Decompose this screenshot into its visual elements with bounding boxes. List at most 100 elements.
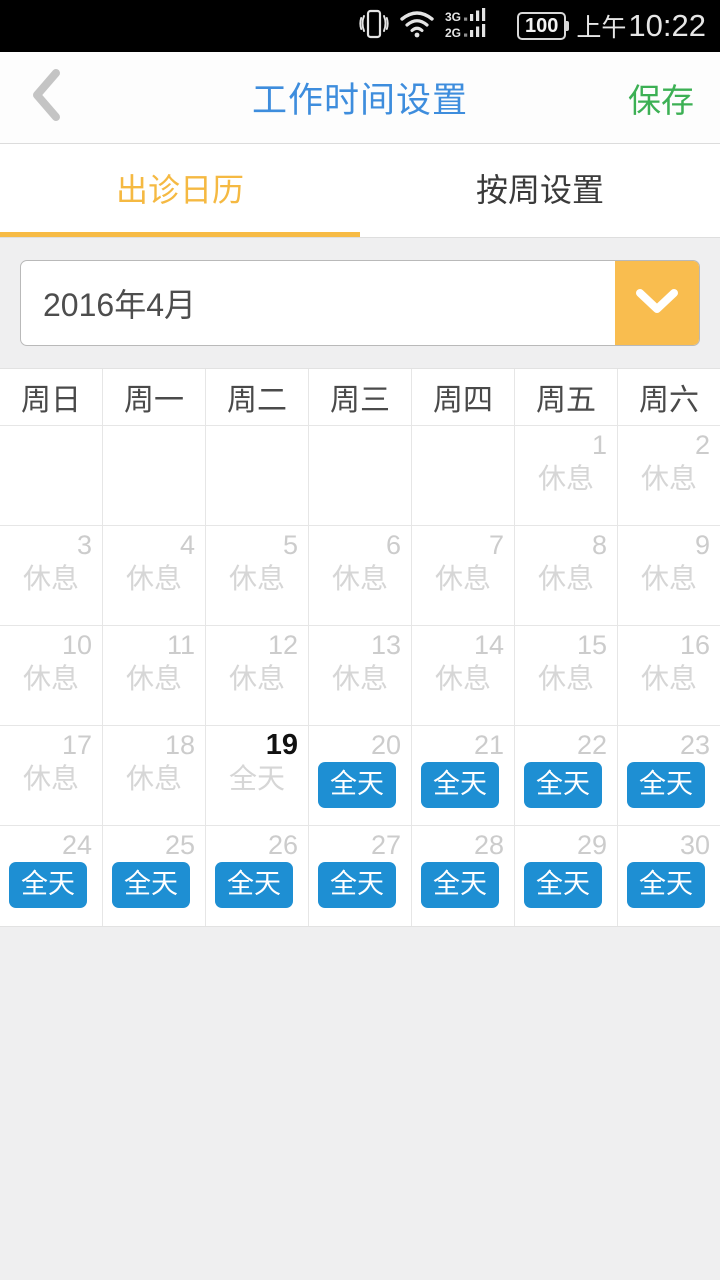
rest-label: 休息 [640, 663, 697, 694]
day-content: 全天 [618, 860, 720, 926]
rest-label: 休息 [434, 663, 491, 694]
allday-badge[interactable]: 全天 [215, 862, 293, 908]
calendar-day-cell[interactable]: 4 休息 [103, 526, 206, 626]
calendar-day-cell[interactable]: 21 全天 [412, 726, 515, 826]
calendar-day-cell[interactable]: 3 休息 [0, 526, 103, 626]
day-content: 全天 [618, 760, 720, 825]
chevron-down-icon [634, 286, 680, 321]
allday-badge[interactable]: 全天 [524, 862, 602, 908]
rest-label: 休息 [22, 563, 79, 594]
day-number: 4 [179, 530, 195, 560]
allday-label-muted: 全天 [228, 763, 285, 794]
calendar-cell-empty [0, 426, 103, 526]
calendar-day-cell[interactable]: 10 休息 [0, 626, 103, 726]
allday-badge[interactable]: 全天 [524, 762, 602, 808]
calendar-day-cell[interactable]: 29 全天 [515, 826, 618, 926]
day-content: 全天 [412, 760, 514, 825]
allday-badge[interactable]: 全天 [421, 862, 499, 908]
calendar-day-cell[interactable]: 1 休息 [515, 426, 618, 526]
allday-badge[interactable]: 全天 [112, 862, 190, 908]
calendar-day-cell[interactable]: 5 休息 [206, 526, 309, 626]
calendar-day-cell[interactable]: 7 休息 [412, 526, 515, 626]
day-number: 8 [591, 530, 607, 560]
allday-badge[interactable]: 全天 [318, 862, 396, 908]
dual-sim-signal-icon: 3G 2G [445, 7, 507, 45]
day-content: 休息 [206, 560, 308, 625]
calendar-day-cell[interactable]: 27 全天 [309, 826, 412, 926]
allday-badge[interactable]: 全天 [627, 762, 705, 808]
status-bar: 3G 2G 100 上午 10:22 [0, 0, 720, 52]
day-number: 11 [166, 630, 195, 660]
day-number: 2 [694, 430, 710, 460]
calendar-day-cell[interactable]: 26 全天 [206, 826, 309, 926]
day-number: 16 [679, 630, 710, 660]
day-number: 27 [370, 830, 401, 860]
calendar-day-cell[interactable]: 25 全天 [103, 826, 206, 926]
calendar-day-cell[interactable]: 9 休息 [618, 526, 720, 626]
calendar-weekday-header: 周日 周一 周二 周三 周四 周五 周六 [0, 369, 720, 426]
calendar-day-cell[interactable]: 16 休息 [618, 626, 720, 726]
back-button[interactable] [0, 52, 96, 144]
calendar-day-cell[interactable]: 19 全天 [206, 726, 309, 826]
month-dropdown-button[interactable] [615, 261, 699, 345]
calendar-day-cell[interactable]: 11 休息 [103, 626, 206, 726]
day-content: 全天 [103, 860, 205, 926]
day-number: 14 [473, 630, 504, 660]
allday-badge[interactable]: 全天 [421, 762, 499, 808]
weekday-mon: 周一 [103, 369, 206, 426]
allday-badge[interactable]: 全天 [318, 762, 396, 808]
svg-text:3G: 3G [445, 10, 461, 24]
day-number: 29 [576, 830, 607, 860]
day-content: 休息 [309, 660, 411, 725]
day-number: 18 [164, 730, 195, 760]
rest-label: 休息 [537, 663, 594, 694]
calendar-cell-empty [206, 426, 309, 526]
day-number: 24 [61, 830, 92, 860]
day-content: 全天 [206, 760, 308, 825]
status-bar-clock: 上午 10:22 [576, 8, 706, 44]
day-number: 23 [679, 730, 710, 760]
rest-label: 休息 [22, 663, 79, 694]
day-content: 全天 [206, 860, 308, 926]
rest-label: 休息 [125, 763, 182, 794]
wifi-icon [400, 10, 434, 43]
day-number: 22 [576, 730, 607, 760]
allday-badge[interactable]: 全天 [627, 862, 705, 908]
calendar-day-cell[interactable]: 8 休息 [515, 526, 618, 626]
month-selector[interactable]: 2016年4月 [20, 260, 700, 346]
day-content: 休息 [515, 560, 617, 625]
day-content: 全天 [515, 760, 617, 825]
calendar-day-cell[interactable]: 22 全天 [515, 726, 618, 826]
calendar-day-cell[interactable]: 20 全天 [309, 726, 412, 826]
day-number: 20 [370, 730, 401, 760]
calendar-day-cell[interactable]: 6 休息 [309, 526, 412, 626]
calendar-day-cell[interactable]: 30 全天 [618, 826, 720, 926]
clock-time: 10:22 [628, 8, 706, 43]
calendar-week-row: 1 休息 2 休息 [0, 426, 720, 526]
allday-badge[interactable]: 全天 [9, 862, 87, 908]
day-number: 9 [694, 530, 710, 560]
calendar-day-cell[interactable]: 18 休息 [103, 726, 206, 826]
save-button[interactable]: 保存 [628, 74, 694, 122]
calendar-day-cell[interactable]: 17 休息 [0, 726, 103, 826]
rest-label: 休息 [434, 563, 491, 594]
calendar-day-cell[interactable]: 14 休息 [412, 626, 515, 726]
rest-label: 休息 [22, 763, 79, 794]
calendar-day-cell[interactable]: 12 休息 [206, 626, 309, 726]
day-content: 全天 [515, 860, 617, 926]
calendar-cell-empty [103, 426, 206, 526]
calendar-week-row: 3 休息 4 休息 5 休息 6 休息 7 休息 8 休息 9 休息 [0, 526, 720, 626]
tab-weekly-settings[interactable]: 按周设置 [360, 144, 720, 237]
calendar-day-cell[interactable]: 13 休息 [309, 626, 412, 726]
calendar-day-cell[interactable]: 24 全天 [0, 826, 103, 926]
rest-label: 休息 [228, 563, 285, 594]
calendar-week-row: 17 休息 18 休息 19 全天 20 全天 21 全天 22 全天 23 全天 [0, 726, 720, 826]
calendar-day-cell[interactable]: 15 休息 [515, 626, 618, 726]
calendar-day-cell[interactable]: 28 全天 [412, 826, 515, 926]
day-number: 21 [473, 730, 504, 760]
day-content: 全天 [0, 860, 102, 926]
calendar-day-cell[interactable]: 2 休息 [618, 426, 720, 526]
tab-calendar[interactable]: 出诊日历 [0, 144, 360, 237]
calendar-day-cell[interactable]: 23 全天 [618, 726, 720, 826]
month-selector-area: 2016年4月 [0, 238, 720, 368]
